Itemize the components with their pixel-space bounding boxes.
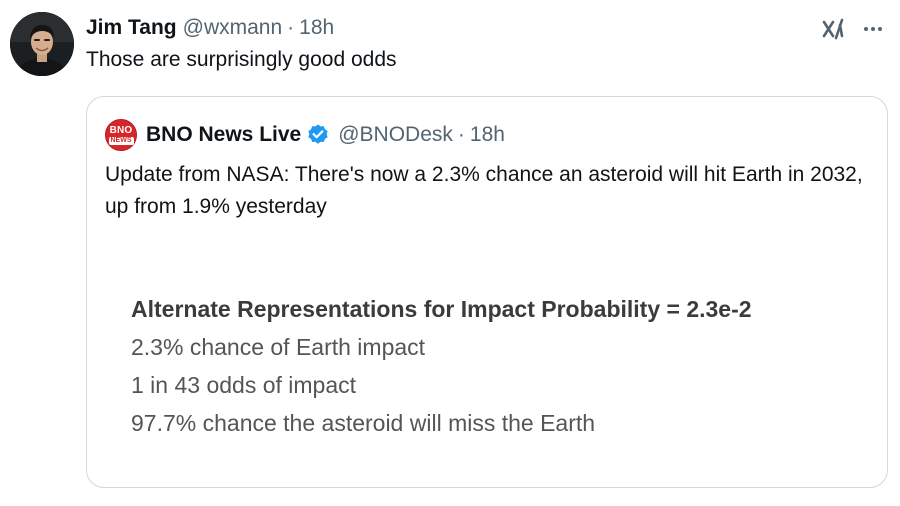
author-name[interactable]: Jim Tang xyxy=(86,16,177,40)
avatar-photo xyxy=(10,12,74,76)
tweet-text: Those are surprisingly good odds xyxy=(86,48,397,71)
quoted-author-name[interactable]: BNO News Live xyxy=(146,123,301,147)
quoted-tweet-text: Update from NASA: There's now a 2.3% cha… xyxy=(105,163,863,218)
media-row: 2.3% chance of Earth impact xyxy=(131,334,426,360)
media-title: Alternate Representations for Impact Pro… xyxy=(131,296,752,322)
avatar[interactable] xyxy=(10,12,74,76)
quoted-author-handle[interactable]: @BNODesk xyxy=(338,123,453,147)
verified-badge-icon xyxy=(308,124,328,144)
separator-dot: · xyxy=(287,16,295,39)
media-row: 1 in 43 odds of impact xyxy=(131,372,357,398)
quoted-tweet-header: BNO NEWS BNO News Live @BNODesk · 18h xyxy=(105,119,505,151)
logo-text-bno: BNO xyxy=(109,124,133,136)
quoted-timestamp[interactable]: 18h xyxy=(470,123,505,147)
more-options-icon[interactable] xyxy=(858,14,888,44)
tweet-timestamp[interactable]: 18h xyxy=(299,16,334,40)
tweet-header: Jim Tang @wxmann · 18h xyxy=(86,14,334,42)
bno-logo[interactable]: BNO NEWS xyxy=(105,119,137,151)
quoted-tweet[interactable]: BNO NEWS BNO News Live @BNODesk · 18h Up… xyxy=(86,96,888,488)
media-row: 97.7% chance the asteroid will miss the … xyxy=(131,410,596,436)
quoted-media-image[interactable]: Alternate Representations for Impact Pro… xyxy=(131,295,851,445)
logo-text-news: NEWS xyxy=(108,136,134,145)
quoted-separator-dot: · xyxy=(457,123,465,146)
author-handle[interactable]: @wxmann xyxy=(183,16,283,40)
grok-icon[interactable] xyxy=(818,14,848,44)
